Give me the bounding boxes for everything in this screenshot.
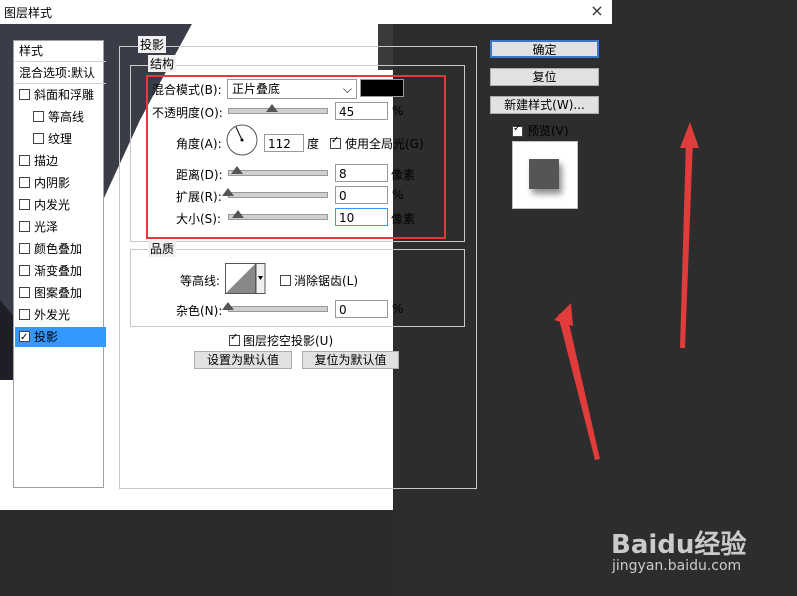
watermark-url: jingyan.baidu.com <box>612 558 742 574</box>
arrowhead-settings <box>554 303 573 326</box>
watermark-logo: Baidu经验 <box>611 530 747 560</box>
annotation-arrows <box>554 122 699 460</box>
arrow-to-ok <box>680 140 693 348</box>
arrowhead-ok <box>680 122 699 148</box>
arrow-to-settings <box>558 310 600 460</box>
